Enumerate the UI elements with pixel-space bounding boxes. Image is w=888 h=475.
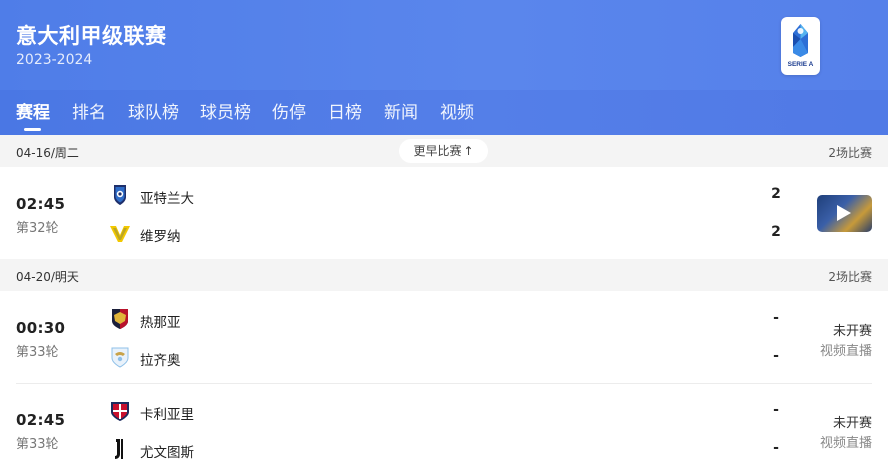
match-row[interactable]: 00:30 第33轮 热那亚 拉齐奥 - - 未开赛 视频直播 (0, 291, 888, 383)
atalanta-crest-icon (114, 185, 126, 205)
away-team: 尤文图斯 (108, 437, 408, 461)
match-date: 04-20/明天 (16, 270, 79, 284)
live-stream-link[interactable]: 视频直播 (820, 340, 872, 359)
team-name: 卡利亚里 (140, 407, 194, 423)
away-score: 2 (771, 224, 781, 240)
match-status: 未开赛 (832, 324, 872, 339)
league-title: 意大利甲级联赛 (16, 24, 167, 48)
juventus-crest-icon (115, 439, 123, 459)
team-name: 维罗纳 (140, 229, 181, 245)
tab-injuries[interactable]: 伤停 (272, 98, 306, 123)
tab-team-stats[interactable]: 球队榜 (128, 98, 179, 123)
season-label: 2023-2024 (16, 52, 93, 68)
away-score: - (773, 440, 779, 456)
match-time: 02:45 (16, 195, 66, 213)
match-round: 第32轮 (16, 221, 59, 236)
match-date: 04-16/周二 (16, 146, 79, 160)
match-time: 02:45 (16, 411, 66, 429)
earlier-matches-label: 更早比赛 (413, 144, 462, 158)
team-name: 尤文图斯 (140, 445, 194, 461)
cagliari-crest-icon (111, 402, 129, 421)
chevron-up-icon: ↑ (463, 144, 474, 158)
logo-text: SERIE A (787, 61, 814, 68)
league-header: 意大利甲级联赛 2023-2024 SERIE A 赛程 排名 球队榜 球员榜 … (0, 0, 888, 135)
home-score: - (773, 310, 779, 326)
date-bar: 04-20/明天 2场比赛 (0, 259, 888, 291)
genoa-crest-icon (112, 309, 128, 329)
tab-news[interactable]: 新闻 (384, 98, 418, 123)
home-score: 2 (771, 186, 781, 202)
away-team: 维罗纳 (108, 221, 408, 245)
tab-ranking[interactable]: 排名 (72, 98, 106, 123)
match-row[interactable]: 02:45 第33轮 卡利亚里 尤文图斯 - - 未开赛 视频直播 (0, 383, 888, 475)
tab-videos[interactable]: 视频 (440, 98, 474, 123)
tab-schedule[interactable]: 赛程 (16, 98, 50, 123)
active-tab-indicator (24, 128, 41, 131)
team-name: 拉齐奥 (140, 353, 181, 369)
live-stream-link[interactable]: 视频直播 (820, 432, 872, 451)
match-time: 00:30 (16, 319, 66, 337)
match-status: 未开赛 (832, 416, 872, 431)
home-team: 亚特兰大 (108, 183, 408, 207)
league-tabs: 赛程 排名 球队榜 球员榜 伤停 日榜 新闻 视频 (0, 98, 888, 128)
match-round: 第33轮 (16, 437, 59, 452)
match-row[interactable]: 02:45 第32轮 亚特兰大 维罗纳 2 2 (0, 167, 888, 259)
team-name: 热那亚 (140, 315, 181, 331)
away-team: 拉齐奥 (108, 345, 408, 369)
earlier-matches-button[interactable]: 更早比赛 ↑ (399, 139, 488, 163)
video-thumbnail[interactable] (817, 195, 872, 232)
lazio-crest-icon (111, 347, 129, 368)
home-team: 卡利亚里 (108, 399, 408, 423)
match-round: 第33轮 (16, 345, 59, 360)
serie-a-logo: SERIE A (781, 17, 820, 75)
play-icon (837, 205, 851, 221)
match-count: 2场比赛 (828, 146, 872, 160)
match-count: 2场比赛 (828, 270, 872, 284)
tab-player-stats[interactable]: 球员榜 (200, 98, 251, 123)
away-score: - (773, 348, 779, 364)
verona-crest-icon (110, 226, 130, 242)
home-team: 热那亚 (108, 307, 408, 331)
tab-daily[interactable]: 日榜 (328, 98, 362, 123)
team-name: 亚特兰大 (140, 191, 194, 207)
date-bar: 04-16/周二 更早比赛 ↑ 2场比赛 (0, 135, 888, 167)
home-score: - (773, 402, 779, 418)
